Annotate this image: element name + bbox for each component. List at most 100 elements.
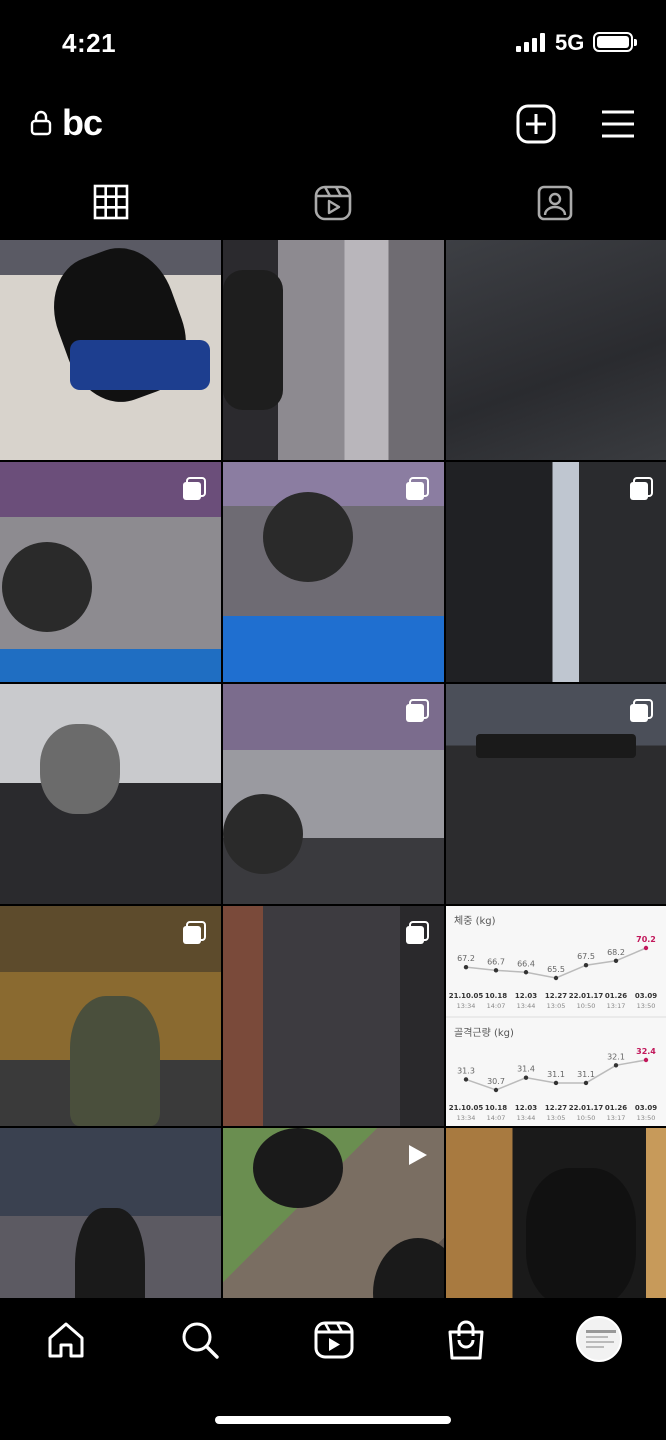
data-point: [493, 968, 499, 973]
carousel-icon: [406, 699, 429, 722]
x-tick-time: 14:07: [487, 1114, 506, 1122]
carousel-icon: [183, 477, 206, 500]
data-label: 32.4: [636, 1047, 656, 1056]
data-label: 68.2: [607, 948, 625, 957]
post-thumbnail[interactable]: [223, 240, 444, 460]
profile-username[interactable]: bc: [62, 102, 103, 144]
carousel-icon: [406, 477, 429, 500]
reel-play-icon: [409, 1145, 427, 1165]
x-tick-label: 03.09: [635, 992, 657, 1000]
profile-header: bc: [0, 88, 666, 160]
grid-icon: [93, 184, 129, 220]
post-thumbnail[interactable]: [446, 684, 666, 904]
tagged-icon: [537, 185, 573, 221]
tab-tagged[interactable]: [444, 170, 666, 240]
x-tick-time: 13:44: [517, 1114, 536, 1122]
data-point: [523, 1075, 529, 1080]
data-label: 70.2: [636, 935, 656, 944]
new-post-icon[interactable]: [516, 104, 556, 144]
data-label: 31.3: [457, 1066, 475, 1075]
x-tick-label: 01.26: [605, 992, 627, 1000]
tab-grid[interactable]: [0, 170, 222, 240]
data-point: [553, 1080, 559, 1086]
x-tick-label: 03.09: [635, 1104, 657, 1112]
post-thumbnail-chart[interactable]: 체중 (kg) 67.2 21.10.05 13:34 66.7 10.18 14:07 66…: [446, 906, 666, 1126]
carousel-icon: [406, 921, 429, 944]
data-point: [463, 1077, 469, 1082]
post-thumbnail[interactable]: [446, 462, 666, 682]
data-label: 67.5: [577, 952, 595, 961]
data-label: 31.1: [577, 1070, 595, 1079]
reels-icon[interactable]: [312, 1318, 356, 1362]
post-thumbnail[interactable]: [0, 906, 221, 1126]
data-point: [493, 1087, 499, 1093]
data-point: [613, 958, 619, 963]
x-tick-time: 13:05: [547, 1114, 566, 1122]
x-tick-time: 13:50: [637, 1002, 656, 1010]
data-label: 66.7: [487, 957, 505, 966]
x-tick-time: 13:17: [607, 1002, 626, 1010]
posts-grid: 체중 (kg) 67.2 21.10.05 13:34 66.7 10.18 14:07 66…: [0, 240, 666, 1348]
status-time: 4:21: [62, 28, 117, 58]
data-label: 67.2: [457, 954, 475, 963]
battery-icon: [593, 32, 637, 52]
post-thumbnail[interactable]: [223, 906, 444, 1126]
x-tick-label: 22.01.17: [569, 992, 604, 1000]
data-label: 66.4: [517, 959, 535, 968]
profile-avatar[interactable]: [576, 1316, 622, 1362]
x-tick-time: 13:34: [457, 1002, 476, 1010]
x-tick-time: 13:44: [517, 1002, 536, 1010]
x-tick-label: 12.03: [515, 1104, 537, 1112]
chart-title: 체중 (kg): [454, 915, 496, 927]
avatar-image: [586, 1330, 616, 1348]
data-label: 31.1: [547, 1070, 565, 1079]
chart-title: 골격근량 (kg): [454, 1026, 514, 1039]
x-tick-label: 12.03: [515, 992, 537, 1000]
x-tick-time: 10:50: [577, 1002, 596, 1010]
x-tick-label: 21.10.05: [449, 1104, 484, 1112]
post-thumbnail[interactable]: [446, 240, 666, 460]
data-point: [643, 1057, 649, 1063]
search-icon[interactable]: [178, 1318, 222, 1362]
x-tick-time: 13:05: [547, 1002, 566, 1010]
body-composition-chart: 체중 (kg) 67.2 21.10.05 13:34 66.7 10.18 14:07 66…: [446, 915, 666, 1122]
shop-icon[interactable]: [444, 1318, 488, 1362]
post-thumbnail[interactable]: [0, 240, 221, 460]
profile-tabs: [0, 170, 666, 240]
x-tick-label: 10.18: [485, 992, 507, 1000]
reels-icon: [314, 185, 352, 221]
data-point: [583, 963, 589, 968]
data-point: [643, 945, 649, 951]
data-point: [613, 1063, 619, 1068]
tab-reels[interactable]: [222, 170, 444, 240]
x-tick-time: 14:07: [487, 1002, 506, 1010]
post-thumbnail[interactable]: [223, 462, 444, 682]
home-indicator: [215, 1416, 451, 1424]
post-thumbnail[interactable]: [0, 462, 221, 682]
data-point: [523, 970, 529, 975]
x-tick-label: 21.10.05: [449, 992, 484, 1000]
x-tick-time: 13:34: [457, 1114, 476, 1122]
x-tick-time: 10:50: [577, 1114, 596, 1122]
x-tick-time: 13:50: [637, 1114, 656, 1122]
data-point: [553, 975, 559, 981]
data-point: [583, 1080, 589, 1086]
post-thumbnail[interactable]: [0, 684, 221, 904]
data-label: 31.4: [517, 1065, 535, 1074]
x-tick-label: 12.27: [545, 1104, 567, 1112]
data-point: [463, 964, 469, 970]
carousel-icon: [630, 477, 653, 500]
signal-icon: [516, 32, 548, 52]
x-tick-label: 10.18: [485, 1104, 507, 1112]
x-tick-time: 13:17: [607, 1114, 626, 1122]
menu-icon[interactable]: [600, 106, 636, 142]
carousel-icon: [183, 921, 206, 944]
data-label: 65.5: [547, 965, 565, 974]
home-icon[interactable]: [44, 1318, 88, 1362]
x-tick-label: 12.27: [545, 992, 567, 1000]
network-type: 5G: [555, 30, 585, 55]
status-bar: 4:21 5G: [0, 0, 666, 88]
post-thumbnail[interactable]: [223, 684, 444, 904]
data-label: 30.7: [487, 1077, 505, 1086]
x-tick-label: 01.26: [605, 1104, 627, 1112]
